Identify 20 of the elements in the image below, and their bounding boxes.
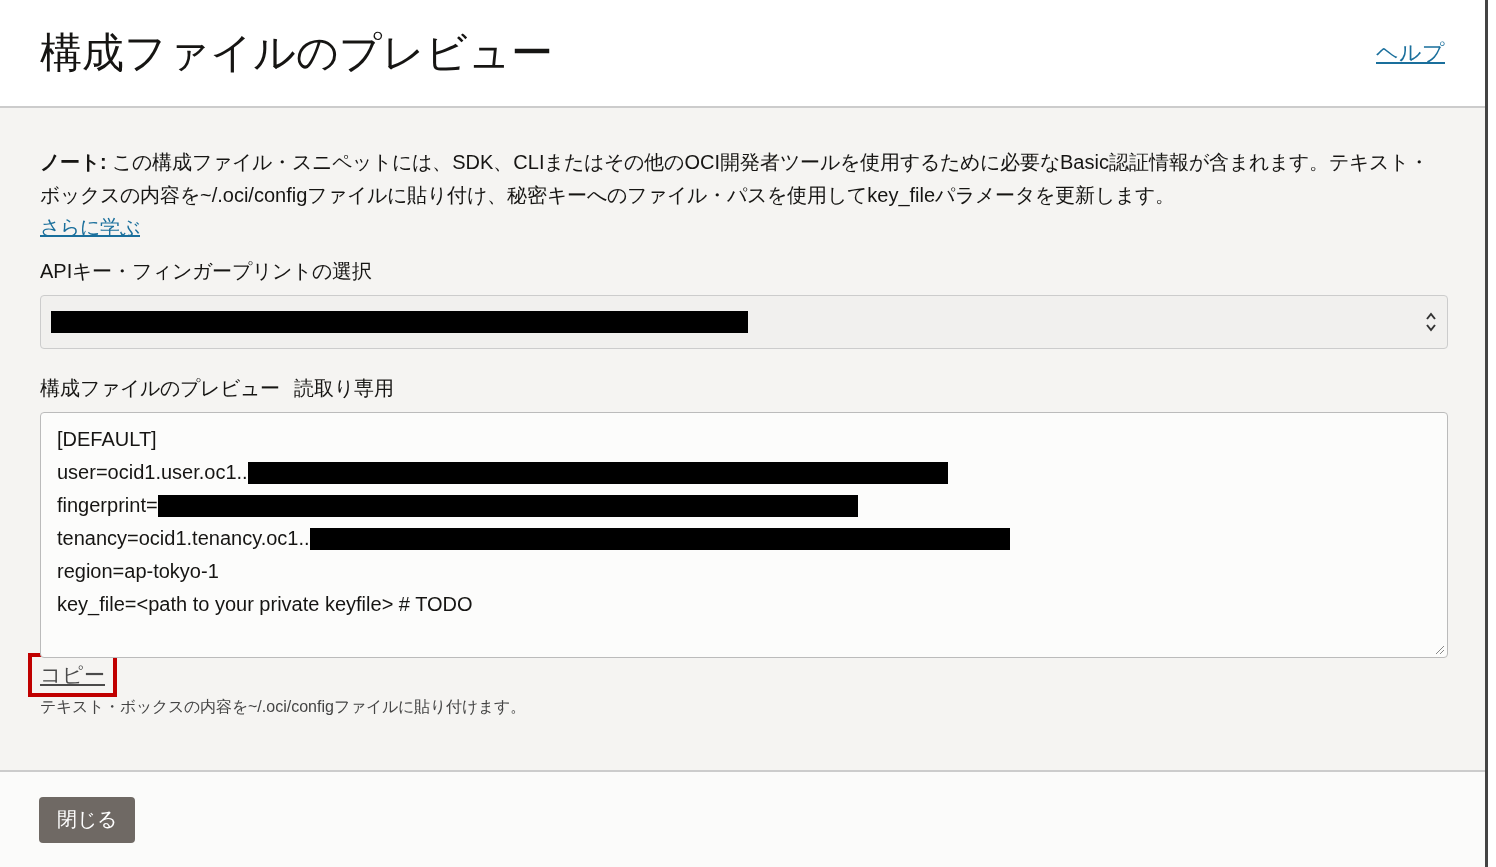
field-label: 構成ファイルのプレビュー xyxy=(40,376,280,401)
config-line: tenancy=ocid1.tenancy.oc1.. xyxy=(57,527,310,550)
copy-link[interactable]: コピー xyxy=(40,663,105,686)
config-text-area[interactable]: [DEFAULT] user=ocid1.user.oc1.. fingerprint= tenancy=ocid1.tenancy.oc1.. region=ap-tokyo-1 key_file=<path to your private keyfile> # TODO xyxy=(40,412,1448,658)
read-only-label: 読取り専用 xyxy=(294,376,394,401)
close-button[interactable]: 閉じる xyxy=(39,796,135,843)
fingerprint-select[interactable] xyxy=(40,295,1448,349)
help-link[interactable]: ヘルプ xyxy=(1376,38,1445,68)
field-label: APIキー・フィンガープリントの選択 xyxy=(40,259,373,284)
chevron-up-down-icon xyxy=(1425,310,1437,334)
config-line: key_file=<path to your private keyfile> # TODO xyxy=(57,593,473,616)
learn-more-link[interactable]: さらに学ぶ xyxy=(40,212,140,242)
note-text: ノート: この構成ファイル・スニペットには、SDK、CLIまたはその他のOCI開発者ツールを使用するために必要なBasic認証情報が含まれます。テキスト・ボックスの内容を~/.oci/configファイルに貼り付け、秘密キーへのファイル・パスを使用してkey_fileパラメータを更新します。 xyxy=(40,150,1430,209)
config-line: [DEFAULT] xyxy=(57,428,157,451)
dialog-title: 構成ファイルのプレビュー xyxy=(40,28,553,78)
copy-hint: テキスト・ボックスの内容を~/.oci/configファイルに貼り付けます。 xyxy=(40,697,526,717)
config-line: user=ocid1.user.oc1.. xyxy=(57,461,248,484)
resize-grip-icon xyxy=(1435,645,1445,655)
config-line: fingerprint= xyxy=(57,494,158,517)
config-line: region=ap-tokyo-1 xyxy=(57,560,219,583)
